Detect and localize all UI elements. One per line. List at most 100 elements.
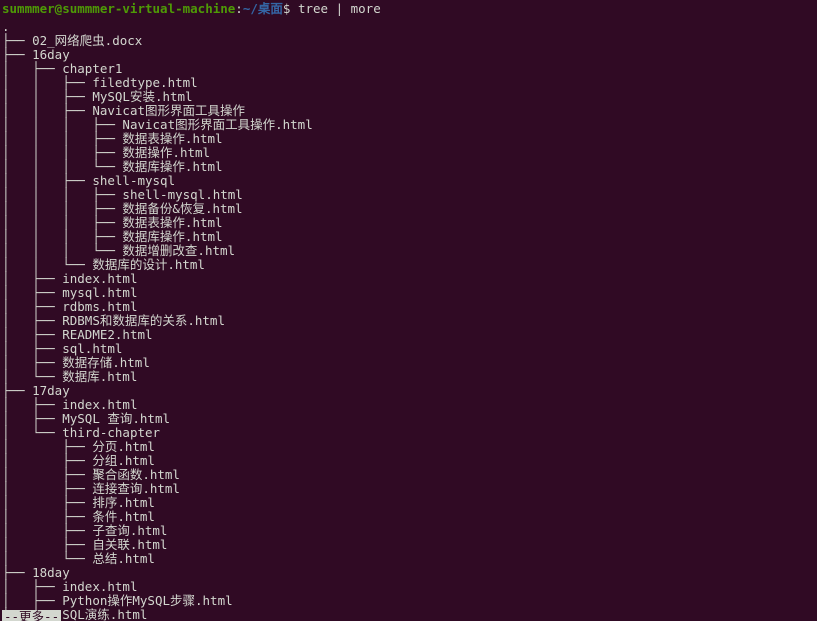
tree-line: │ ├── mysql.html [2,286,817,300]
tree-branch-glyph: │ │ │ ├── [2,229,123,244]
tree-branch-glyph: ├── [2,383,33,398]
tree-output: . ├── 02_网络爬虫.docx ├── 16day │ ├── chapter1… [0,18,817,621]
tree-line: │ ├── 连接查询.html [2,482,817,496]
tree-line: ├── 16day [2,48,817,62]
tree-entry-name: index.html [62,397,138,412]
tree-entry-name: 18day [32,565,70,580]
tree-entry-name: index.html [62,579,138,594]
tree-line: │ ├── 分组.html [2,454,817,468]
tree-branch-glyph: │ ├── [2,313,63,328]
tree-line: │ ├── MySQL 查询.html [2,412,817,426]
tree-line: . [2,20,817,34]
tree-entry-name: SQL演练.html [62,607,148,621]
tree-line: │ │ ├── shell-mysql [2,174,817,188]
tree-entry-name: 数据表操作.html [122,215,223,230]
tree-branch-glyph: │ │ │ ├── [2,201,123,216]
tree-line: │ ├── 自关联.html [2,538,817,552]
tree-entry-name: MySQL 查询.html [62,411,171,426]
tree-entry-name: 数据存储.html [62,355,150,370]
prompt-command: tree | more [290,1,381,16]
tree-branch-glyph: │ │ ├── [2,75,93,90]
tree-line: │ └── 总结.html [2,552,817,566]
tree-line: │ │ │ └── 数据库操作.html [2,160,817,174]
tree-branch-glyph: │ ├── [2,61,63,76]
tree-entry-name: chapter1 [62,61,123,76]
tree-branch-glyph: │ ├── [2,523,93,538]
tree-line: │ │ ├── Navicat图形界面工具操作 [2,104,817,118]
tree-line: ├── 02_网络爬虫.docx [2,34,817,48]
tree-branch-glyph: │ ├── [2,579,63,594]
tree-line: │ ├── 数据存储.html [2,356,817,370]
tree-branch-glyph: │ ├── [2,327,63,342]
tree-line: │ │ │ ├── 数据库操作.html [2,230,817,244]
tree-line: │ │ │ └── 数据增删改查.html [2,244,817,258]
tree-entry-name: 子查询.html [92,523,168,538]
tree-line: │ ├── index.html [2,580,817,594]
tree-branch-glyph: │ ├── [2,495,93,510]
tree-branch-glyph: │ ├── [2,397,63,412]
tree-branch-glyph: ├── [2,47,33,62]
tree-line: │ ├── SQL演练.html [2,608,817,621]
tree-entry-name: Python操作MySQL步骤.html [62,593,233,608]
tree-branch-glyph: │ │ │ ├── [2,117,123,132]
tree-entry-name: filedtype.html [92,75,198,90]
tree-entry-name: 连接查询.html [92,481,180,496]
tree-branch-glyph: │ └── [2,369,63,384]
tree-branch-glyph: │ ├── [2,411,63,426]
tree-branch-glyph: │ ├── [2,439,93,454]
tree-branch-glyph: │ └── [2,551,93,566]
tree-line: │ ├── 分页.html [2,440,817,454]
tree-branch-glyph: │ ├── [2,271,63,286]
tree-entry-name: 数据库.html [62,369,138,384]
tree-entry-name: 数据表操作.html [122,131,223,146]
tree-line: ├── 18day [2,566,817,580]
tree-entry-name: 总结.html [92,551,155,566]
tree-branch-glyph: │ ├── [2,341,63,356]
tree-entry-name: 17day [32,383,70,398]
tree-branch-glyph: │ ├── [2,453,93,468]
tree-entry-name: 自关联.html [92,537,168,552]
tree-branch-glyph: │ ├── [2,593,63,608]
tree-branch-glyph: │ │ ├── [2,103,93,118]
tree-entry-name: MySQL安装.html [92,89,193,104]
tree-line: │ │ │ ├── shell-mysql.html [2,188,817,202]
shell-prompt-line: summmer@summmer-virtual-machine:~/桌面$ tr… [0,0,817,18]
tree-branch-glyph: ├── [2,33,33,48]
prompt-path: ~/桌面 [242,1,283,16]
terminal-window[interactable]: summmer@summmer-virtual-machine:~/桌面$ tr… [0,0,817,621]
tree-entry-name: 16day [32,47,70,62]
tree-line: │ │ │ ├── 数据表操作.html [2,216,817,230]
tree-line: │ ├── index.html [2,272,817,286]
tree-line: │ ├── README2.html [2,328,817,342]
tree-branch-glyph: │ │ │ ├── [2,145,123,160]
tree-entry-name: mysql.html [62,285,138,300]
tree-line: │ │ │ ├── Navicat图形界面工具操作.html [2,118,817,132]
tree-branch-glyph: │ ├── [2,299,63,314]
tree-line: │ ├── 条件.html [2,510,817,524]
tree-line: │ │ │ ├── 数据表操作.html [2,132,817,146]
pager-more-prompt[interactable]: --更多-- [2,610,62,621]
tree-branch-glyph: │ │ │ ├── [2,215,123,230]
tree-branch-glyph: │ ├── [2,285,63,300]
tree-line: │ │ ├── filedtype.html [2,76,817,90]
tree-entry-name: sql.html [62,341,123,356]
tree-entry-name: rdbms.html [62,299,138,314]
tree-entry-name: 聚合函数.html [92,467,180,482]
tree-branch-glyph: │ ├── [2,467,93,482]
tree-line: │ ├── Python操作MySQL步骤.html [2,594,817,608]
tree-entry-name: 数据库操作.html [122,159,223,174]
tree-branch-glyph: │ ├── [2,355,63,370]
tree-entry-name: 数据库的设计.html [92,257,205,272]
tree-line: │ ├── rdbms.html [2,300,817,314]
tree-entry-name: README2.html [62,327,153,342]
tree-line: │ ├── chapter1 [2,62,817,76]
prompt-colon: : [235,1,243,16]
tree-line: │ │ └── 数据库的设计.html [2,258,817,272]
tree-line: │ ├── index.html [2,398,817,412]
tree-entry-name: RDBMS和数据库的关系.html [62,313,225,328]
tree-branch-glyph: │ ├── [2,481,93,496]
tree-entry-name: 数据操作.html [122,145,211,160]
tree-branch-glyph: │ ├── [2,509,93,524]
tree-branch-glyph: │ │ │ ├── [2,131,123,146]
tree-line: ├── 17day [2,384,817,398]
